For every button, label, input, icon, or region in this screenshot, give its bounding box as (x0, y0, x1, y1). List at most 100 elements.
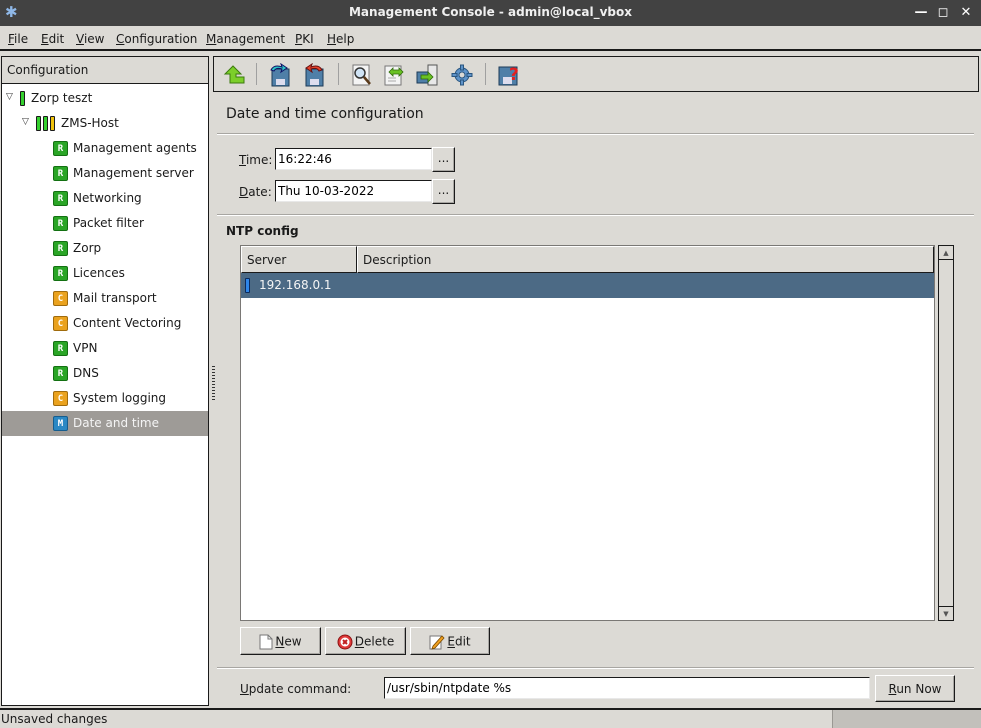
column-header-description[interactable]: Description (357, 246, 934, 273)
save-commit-icon (270, 62, 290, 87)
time-input[interactable] (275, 148, 432, 170)
tree-item[interactable]: R Management server (2, 161, 208, 186)
component-state-r-icon: R (53, 366, 68, 381)
toolbar-status-button[interactable]: ? (497, 63, 521, 87)
tree-item-label: Management server (73, 166, 194, 180)
close-icon[interactable]: ✕ (957, 4, 975, 22)
ntp-server-table: Server Description 192.168.0.1 (240, 245, 935, 621)
date-input[interactable] (275, 180, 432, 202)
run-now-button[interactable]: Run Now (875, 675, 955, 702)
tree-header: Configuration (2, 57, 208, 84)
tree-item[interactable]: R Zorp (2, 236, 208, 261)
tree-item[interactable]: R Networking (2, 186, 208, 211)
tree-item[interactable]: ▽ Zorp teszt (2, 86, 208, 111)
window-title: Management Console - admin@local_vbox (348, 5, 632, 19)
toolbar-control-button[interactable] (450, 63, 474, 87)
title-bar: ✱ Management Console - admin@local_vbox … (0, 0, 981, 26)
delete-button[interactable]: Delete (325, 627, 406, 655)
component-state-r-icon: R (53, 166, 68, 181)
ntp-section-title: NTP config (226, 224, 299, 238)
toolbar-revert-button[interactable] (302, 62, 326, 87)
date-label: Date: (239, 185, 272, 199)
update-command-label: Update command: (240, 682, 352, 696)
status-bar-secondary-cell (832, 710, 981, 728)
menu-edit[interactable]: Edit (41, 32, 64, 46)
status-led (36, 116, 41, 131)
tree-item-label: Zorp (73, 241, 102, 255)
date-time-config-panel: Date and time configuration Time: ... Da… (213, 92, 979, 706)
tree-item-label: ZMS-Host (61, 116, 119, 130)
update-command-input[interactable] (384, 677, 870, 699)
divider (217, 214, 974, 216)
component-state-m-icon: M (53, 416, 68, 431)
menu-management[interactable]: Management (206, 32, 285, 46)
compare-icon (384, 65, 404, 86)
toolbar-commit-button[interactable] (268, 62, 292, 87)
tree-item-label: Content Vectoring (73, 316, 182, 330)
tree-item[interactable]: R Management agents (2, 136, 208, 161)
tree-item[interactable]: C Content Vectoring (2, 311, 208, 336)
new-button[interactable]: New (240, 627, 321, 655)
tree-item[interactable]: C Mail transport (2, 286, 208, 311)
component-state-r-icon: R (53, 141, 68, 156)
tree-item-label: Mail transport (73, 291, 157, 305)
edit-pencil-icon (429, 635, 445, 650)
status-led (43, 116, 48, 131)
date-picker-button[interactable]: ... (432, 179, 455, 204)
time-picker-button[interactable]: ... (432, 147, 455, 172)
expand-toggle-icon[interactable]: ▽ (22, 117, 32, 127)
status-indicator-icon (36, 116, 55, 131)
toolbar: ? (213, 56, 979, 92)
tree-item[interactable]: R VPN (2, 336, 208, 361)
tree-item-label: Networking (73, 191, 142, 205)
toolbar-compare-button[interactable] (382, 63, 406, 87)
scroll-up-arrow-icon[interactable]: ▲ (939, 246, 953, 260)
minimize-icon[interactable]: — (912, 4, 930, 22)
status-led (20, 91, 25, 106)
page-title: Date and time configuration (226, 106, 424, 122)
tree-item-label: Date and time (73, 416, 159, 430)
column-header-server[interactable]: Server (241, 246, 357, 273)
tree-item[interactable]: R Packet filter (2, 211, 208, 236)
scroll-down-arrow-icon[interactable]: ▼ (939, 606, 953, 620)
component-state-r-icon: R (53, 191, 68, 206)
edit-button[interactable]: Edit (410, 627, 490, 655)
tree-item[interactable]: R DNS (2, 361, 208, 386)
server-cell: 192.168.0.1 (259, 278, 332, 292)
maximize-icon[interactable]: ◻ (934, 4, 952, 22)
expand-toggle-icon[interactable]: ▽ (6, 92, 16, 102)
toolbar-separator (485, 63, 486, 85)
delete-circle-icon (337, 634, 353, 650)
menu-help[interactable]: Help (327, 32, 354, 46)
tree-item-label: Zorp teszt (31, 91, 93, 105)
component-state-r-icon: R (53, 341, 68, 356)
menu-file[interactable]: File (8, 32, 28, 46)
tree-item[interactable]: R Licences (2, 261, 208, 286)
table-vertical-scrollbar[interactable]: ▲ ▼ (938, 245, 954, 621)
tree-item-label: DNS (73, 366, 99, 380)
toolbar-separator (338, 63, 339, 85)
table-row[interactable]: 192.168.0.1 (241, 273, 934, 298)
tree-item-label: VPN (73, 341, 98, 355)
component-state-c-icon: C (53, 316, 68, 331)
save-revert-icon (305, 62, 324, 87)
configuration-tree-panel: Configuration ▽ Zorp teszt ▽ ZMS-Host R Manag… (1, 56, 209, 706)
tree-item-label: Management agents (73, 141, 197, 155)
menu-configuration[interactable]: Configuration (116, 32, 197, 46)
tree-item[interactable]: M Date and time (2, 411, 208, 436)
toolbar-go-up-button[interactable] (223, 63, 247, 87)
status-message: Unsaved changes (1, 712, 108, 726)
tree-item[interactable]: ▽ ZMS-Host (2, 111, 208, 136)
toolbar-view-button[interactable] (350, 63, 374, 87)
status-led (50, 116, 55, 131)
menu-file-rest: ile (14, 32, 29, 46)
menu-pki[interactable]: PKI (295, 32, 314, 46)
component-state-r-icon: R (53, 241, 68, 256)
new-document-icon (259, 634, 273, 650)
status-indicator-icon (20, 91, 25, 106)
svg-text:?: ? (509, 65, 519, 85)
menu-view[interactable]: View (76, 32, 104, 46)
toolbar-upload-button[interactable] (415, 63, 439, 87)
tree-item[interactable]: C System logging (2, 386, 208, 411)
component-state-r-icon: R (53, 216, 68, 231)
